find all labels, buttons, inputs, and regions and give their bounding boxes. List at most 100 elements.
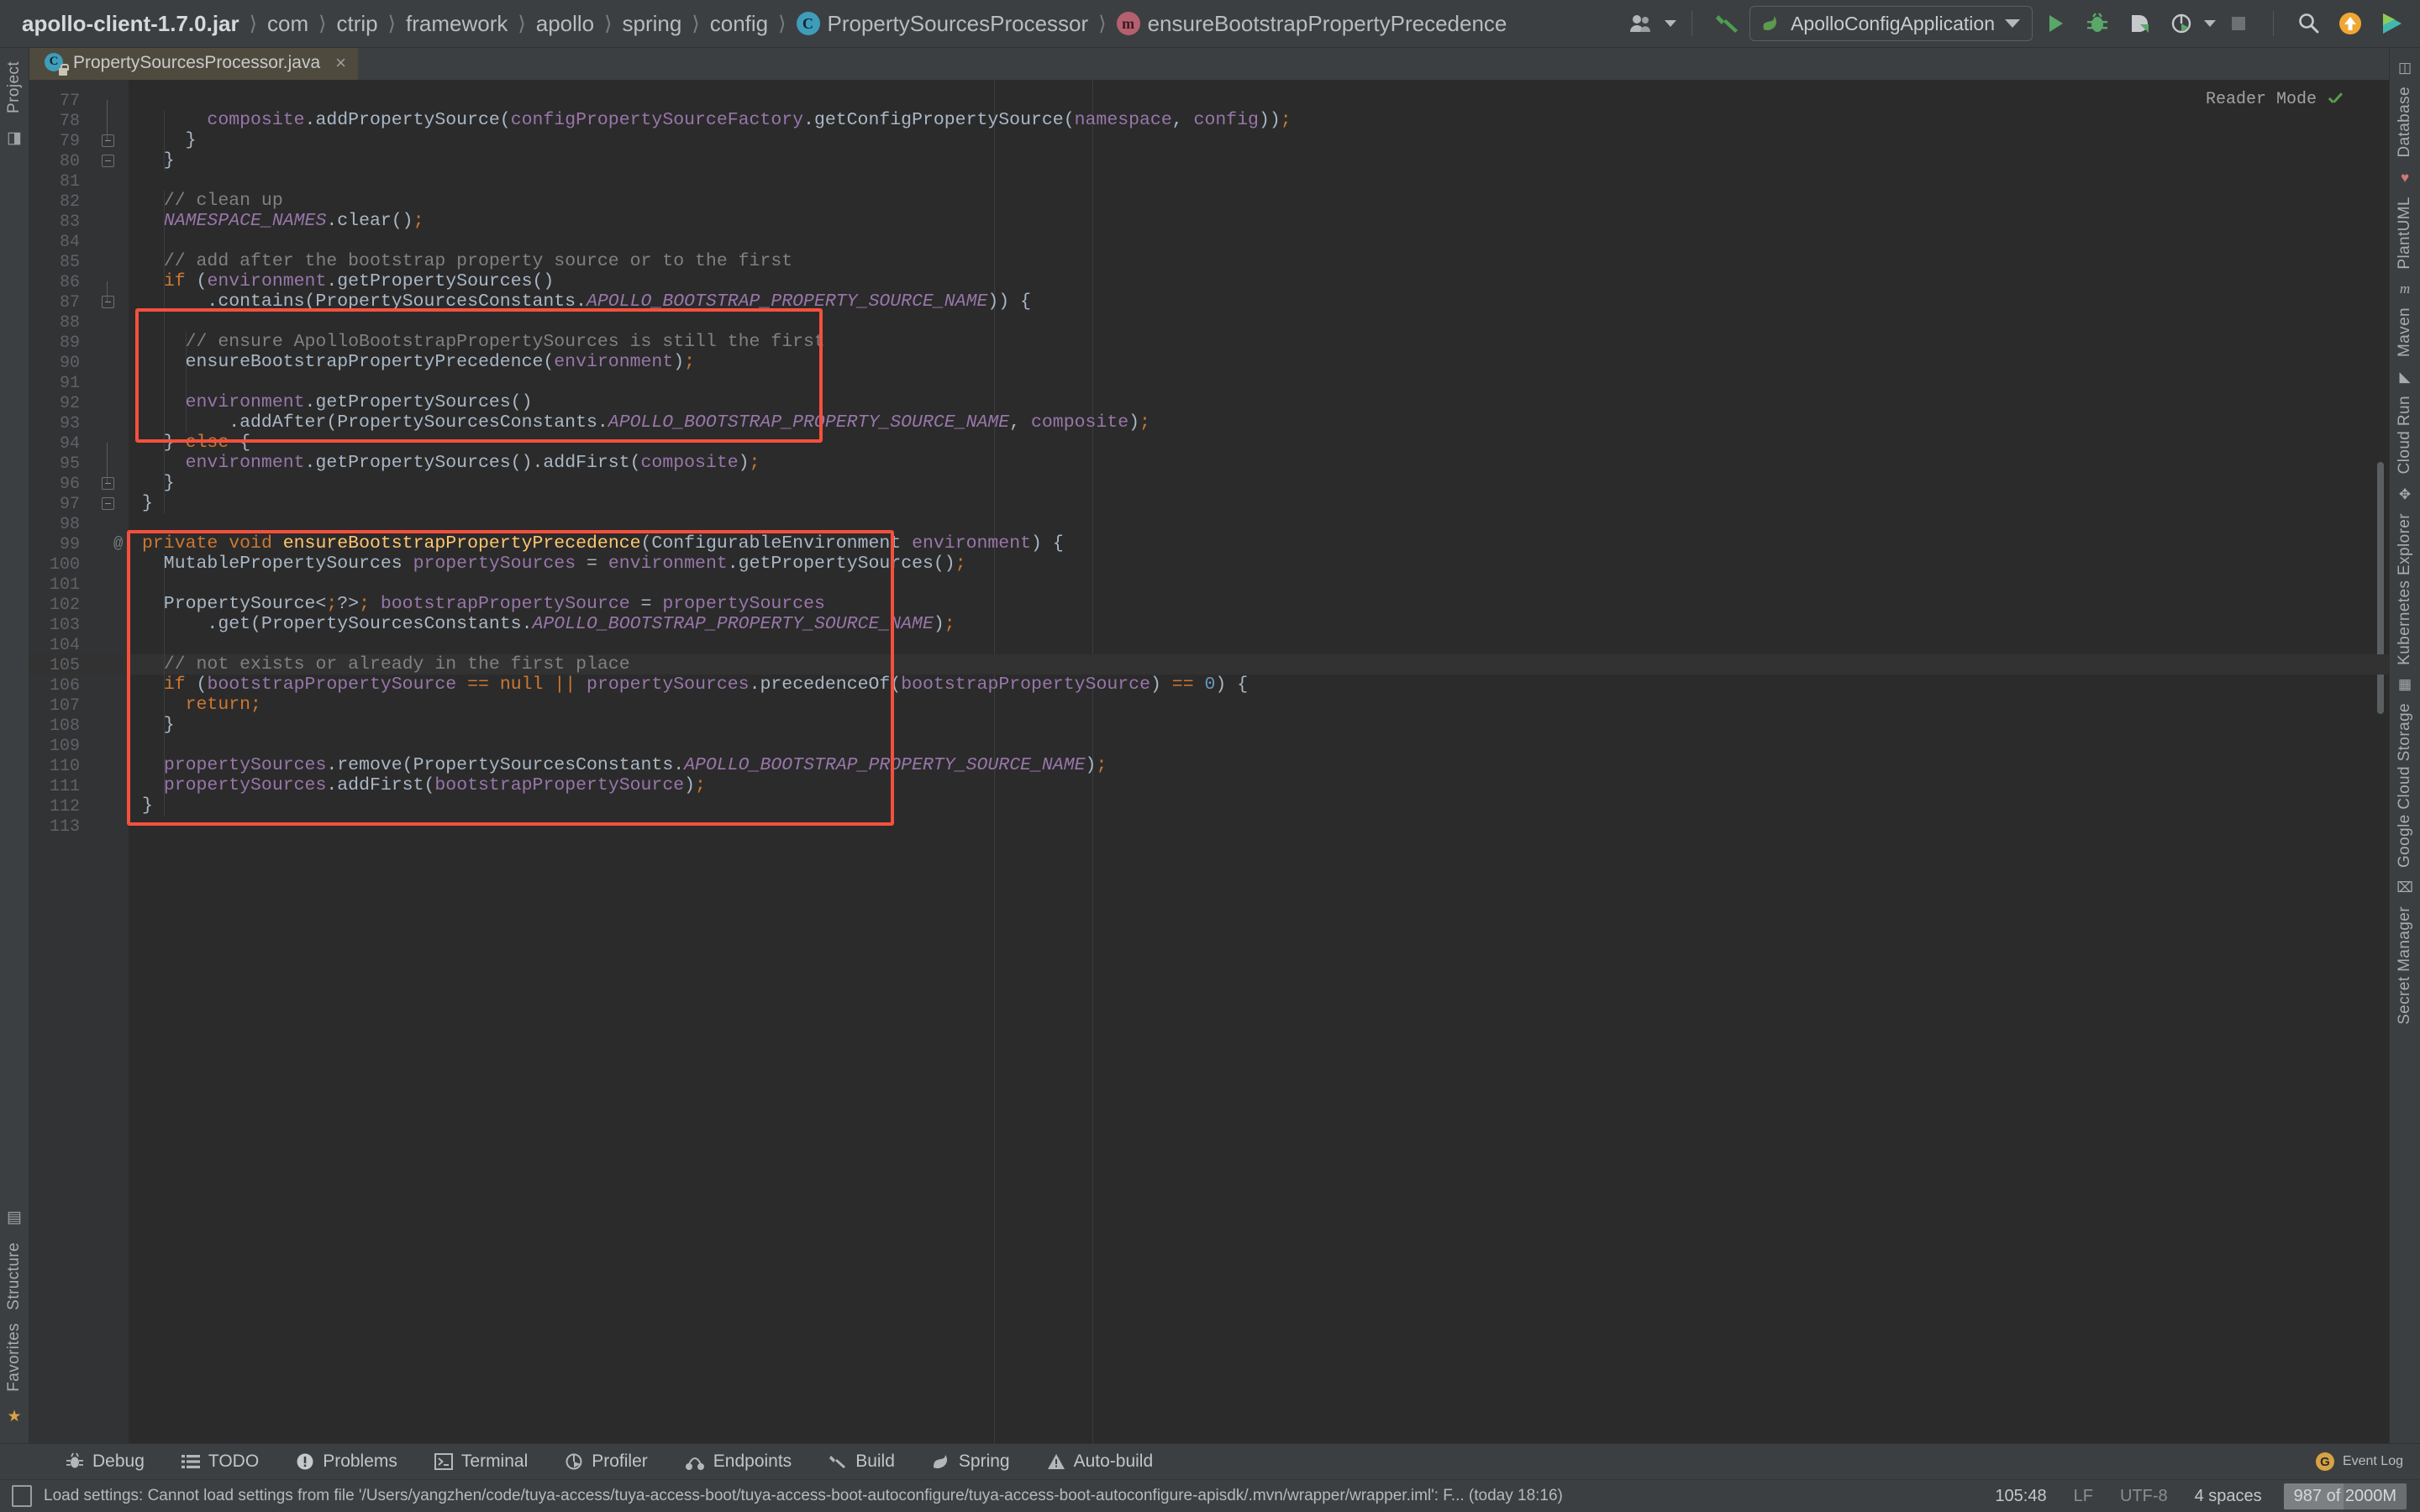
caret-position[interactable]: 105:48 [1981, 1487, 2060, 1506]
breadcrumb-item-com[interactable]: com [267, 11, 308, 37]
code-line[interactable]: composite.addPropertySource(configProper… [142, 110, 1291, 130]
code-line[interactable]: PropertySource<;?>; bootstrapPropertySou… [142, 594, 825, 614]
code-line[interactable]: ensureBootstrapPropertyPrecedence(enviro… [142, 352, 695, 372]
code-line[interactable]: environment.getPropertySources().addFirs… [142, 453, 760, 473]
code-line[interactable]: } else { [142, 433, 250, 453]
sidebar-item-maven[interactable]: m Maven [2396, 281, 2414, 364]
memory-indicator[interactable]: 987 of 2000M [2283, 1483, 2407, 1509]
editor-code-area[interactable]: Reader Mode composite.addPropertySource(… [129, 80, 2389, 1443]
sidebar-item-plantuml[interactable]: ♥ PlantUML [2396, 170, 2414, 276]
tool-window-auto-build[interactable]: Auto-build [1028, 1452, 1172, 1472]
run-icon[interactable] [2036, 4, 2075, 43]
code-line[interactable]: propertySources.addFirst(bootstrapProper… [142, 775, 706, 795]
code-line[interactable]: environment.getPropertySources() [142, 392, 533, 412]
code-line[interactable]: // ensure ApolloBootstrapPropertySources… [142, 332, 825, 352]
search-icon[interactable] [2289, 4, 2328, 43]
line-separator[interactable]: LF [2060, 1487, 2107, 1506]
code-line[interactable]: propertySources.remove(PropertySourcesCo… [142, 755, 1107, 775]
code-fold-toggle[interactable] [102, 296, 117, 311]
chevron-down-icon[interactable] [2204, 20, 2216, 27]
code-line[interactable]: .contains(PropertySourcesConstants.APOLL… [142, 291, 1031, 312]
close-icon[interactable]: × [335, 52, 346, 74]
breadcrumb-root[interactable]: apollo-client-1.7.0.jar [22, 11, 239, 37]
profiler-icon[interactable] [2162, 4, 2201, 43]
code-line[interactable]: .get(PropertySourcesConstants.APOLLO_BOO… [142, 614, 955, 634]
breadcrumb-item-config[interactable]: config [710, 11, 768, 37]
breadcrumb-class[interactable]: PropertySourcesProcessor [828, 11, 1089, 37]
code-fold-toggle[interactable] [102, 134, 117, 150]
breadcrumb-method[interactable]: ensureBootstrapPropertyPrecedence [1148, 11, 1507, 37]
code-line[interactable]: } [142, 795, 153, 816]
code-line[interactable]: } [142, 150, 175, 171]
tool-window-endpoints[interactable]: Endpoints [666, 1452, 810, 1472]
line-number: 77 [59, 92, 80, 111]
reader-mode-indicator[interactable]: Reader Mode [2206, 90, 2344, 109]
sidebar-item-favorites[interactable]: Favorites [5, 1316, 24, 1399]
tool-window-profiler[interactable]: Profiler [546, 1452, 666, 1472]
update-arrow-icon[interactable] [2331, 4, 2370, 43]
ide-plugin-icon[interactable] [2373, 4, 2412, 43]
tool-window-todo[interactable]: TODO [163, 1452, 277, 1472]
code-line[interactable]: } [142, 715, 175, 735]
sidebar-item-database[interactable]: ◫ Database [2396, 60, 2414, 165]
breadcrumb-item-ctrip[interactable]: ctrip [337, 11, 378, 37]
indent-setting[interactable]: 4 spaces [2181, 1487, 2275, 1506]
code-line[interactable]: if (bootstrapPropertySource == null || p… [142, 675, 1248, 695]
hammer-icon[interactable] [1707, 4, 1746, 43]
line-number: 78 [59, 112, 80, 131]
bookmarks-icon[interactable]: ◨ [7, 129, 22, 148]
code-line[interactable]: NAMESPACE_NAMES.clear(); [142, 211, 424, 231]
code-line[interactable]: // not exists or already in the first pl… [142, 654, 630, 675]
tool-window-build[interactable]: Build [810, 1452, 913, 1472]
run-configuration-selector[interactable]: ApolloConfigApplication [1749, 6, 2033, 41]
code-line[interactable]: if (environment.getPropertySources() [142, 271, 555, 291]
user-icon[interactable] [1623, 4, 1661, 43]
code-line[interactable]: return; [142, 695, 261, 715]
sidebar-item-google-cloud-storage[interactable]: ▦ Google Cloud Storage [2396, 676, 2414, 874]
indent-guide [164, 554, 165, 816]
tool-window-terminal[interactable]: Terminal [416, 1452, 546, 1472]
code-line[interactable]: } [142, 130, 197, 150]
toolbar-divider [1691, 11, 1693, 36]
chevron-down-icon[interactable] [1665, 20, 1677, 27]
tool-window-label: TODO [208, 1452, 260, 1471]
code-fold-toggle[interactable] [102, 497, 117, 512]
debug-icon[interactable] [2078, 4, 2117, 43]
sidebar-item-kubernetes-explorer[interactable]: ✥ Kubernetes Explorer [2396, 486, 2414, 672]
code-line[interactable]: .addAfter(PropertySourcesConstants.APOLL… [142, 412, 1150, 433]
message-icon[interactable] [12, 1485, 32, 1507]
sidebar-label-plantuml: PlantUML [2396, 196, 2413, 270]
coverage-icon[interactable] [2120, 4, 2159, 43]
code-line[interactable]: // add after the bootstrap property sour… [142, 251, 792, 271]
code-line[interactable]: } [142, 493, 153, 513]
editor-gutter[interactable]: 77 78 79 80 81 82 83 84 85 86 87 88 89 90 91 92 93 94 95 96… [29, 80, 129, 1443]
sidebar-item-structure[interactable]: Structure [5, 1236, 24, 1317]
editor-scrollbar-thumb[interactable] [2377, 462, 2384, 714]
code-fold-toggle[interactable] [102, 155, 117, 170]
cloud-run-icon: ◣ [2399, 369, 2411, 386]
sidebar-item-project[interactable]: Project [5, 55, 24, 120]
tool-window-label: Spring [958, 1452, 1010, 1471]
tool-window-spring[interactable]: Spring [913, 1452, 1028, 1472]
chevron-down-icon[interactable] [2005, 19, 2020, 28]
breadcrumb-item-framework[interactable]: framework [406, 11, 508, 37]
breadcrumb: apollo-client-1.7.0.jar ⟩ com ⟩ ctrip ⟩ … [22, 11, 1507, 37]
code-fold-toggle[interactable] [102, 477, 117, 492]
star-icon[interactable]: ★ [7, 1407, 21, 1426]
breadcrumb-item-spring[interactable]: spring [623, 11, 682, 37]
breadcrumb-item-apollo[interactable]: apollo [536, 11, 594, 37]
tool-window-event-log[interactable]: G Event Log [2315, 1452, 2420, 1471]
stop-icon[interactable] [2219, 4, 2258, 43]
sidebar-item-cloud-run[interactable]: ◣ Cloud Run [2396, 369, 2414, 480]
tool-window-problems[interactable]: Problems [277, 1452, 416, 1472]
code-line[interactable]: } [142, 473, 175, 493]
status-message[interactable]: Load settings: Cannot load settings from… [44, 1487, 1563, 1505]
code-line[interactable]: private void ensureBootstrapPropertyPrec… [142, 533, 1064, 554]
tool-window-debug[interactable]: Debug [47, 1452, 163, 1472]
breadcrumb-separator-icon: ⟩ [387, 12, 397, 35]
code-line[interactable]: MutablePropertySources propertySources =… [142, 554, 966, 574]
editor-tab-propertysourcesprocessor[interactable]: C PropertySourcesProcessor.java × [29, 48, 358, 80]
line-number: 79 [59, 132, 80, 151]
sidebar-item-secret-manager[interactable]: ⌧ Secret Manager [2396, 879, 2414, 1032]
file-encoding[interactable]: UTF-8 [2107, 1487, 2181, 1506]
